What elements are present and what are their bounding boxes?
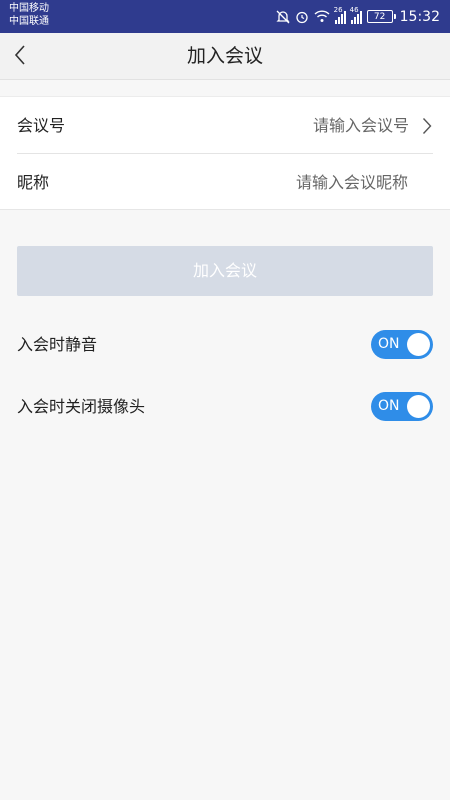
camera-off-on-join-label: 入会时关闭摄像头 [17,397,146,416]
meeting-id-row[interactable]: 会议号 请输入会议号 [0,97,450,154]
signal-2-tag: 46 [349,5,359,14]
toggle-knob [407,395,430,418]
battery-level: 72 [373,11,386,22]
meeting-id-input[interactable]: 请输入会议号 [313,97,409,154]
meeting-id-label: 会议号 [17,116,66,135]
mute-on-join-toggle[interactable]: ON [371,330,433,359]
nickname-row[interactable]: 昵称 请输入会议昵称 [0,154,450,211]
toggle-knob [407,333,430,356]
status-bar: 中国移动 中国联通 26 46 72 15:32 [0,0,450,33]
nickname-label: 昵称 [17,173,50,192]
camera-off-on-join-toggle[interactable]: ON [371,392,433,421]
signal-1-icon: 26 [334,6,346,24]
camera-off-on-join-row: 入会时关闭摄像头 ON [0,392,450,422]
status-icons: 26 46 72 15:32 [276,0,440,33]
signal-1-tag: 26 [333,5,343,14]
alarm-icon [295,10,309,24]
join-meeting-button[interactable]: 加入会议 [17,246,433,296]
carrier-1: 中国移动 [9,3,49,14]
page-title: 加入会议 [186,45,263,67]
carrier-info: 中国移动 中国联通 [9,2,49,28]
status-time: 15:32 [399,8,440,25]
carrier-2: 中国联通 [9,16,49,27]
battery-icon: 72 [366,10,396,23]
toggle-state-text: ON [378,398,400,414]
mute-on-join-label: 入会时静音 [17,335,98,354]
app-header: 加入会议 [0,33,450,80]
nickname-input[interactable]: 请输入会议昵称 [296,154,408,211]
signal-2-icon: 46 [350,6,362,24]
toggle-state-text: ON [378,336,400,352]
wifi-icon [314,10,330,23]
mute-on-join-row: 入会时静音 ON [0,330,450,360]
chevron-right-icon[interactable] [422,115,434,137]
mute-icon [276,10,290,24]
join-form: 会议号 请输入会议号 昵称 请输入会议昵称 [0,96,450,210]
